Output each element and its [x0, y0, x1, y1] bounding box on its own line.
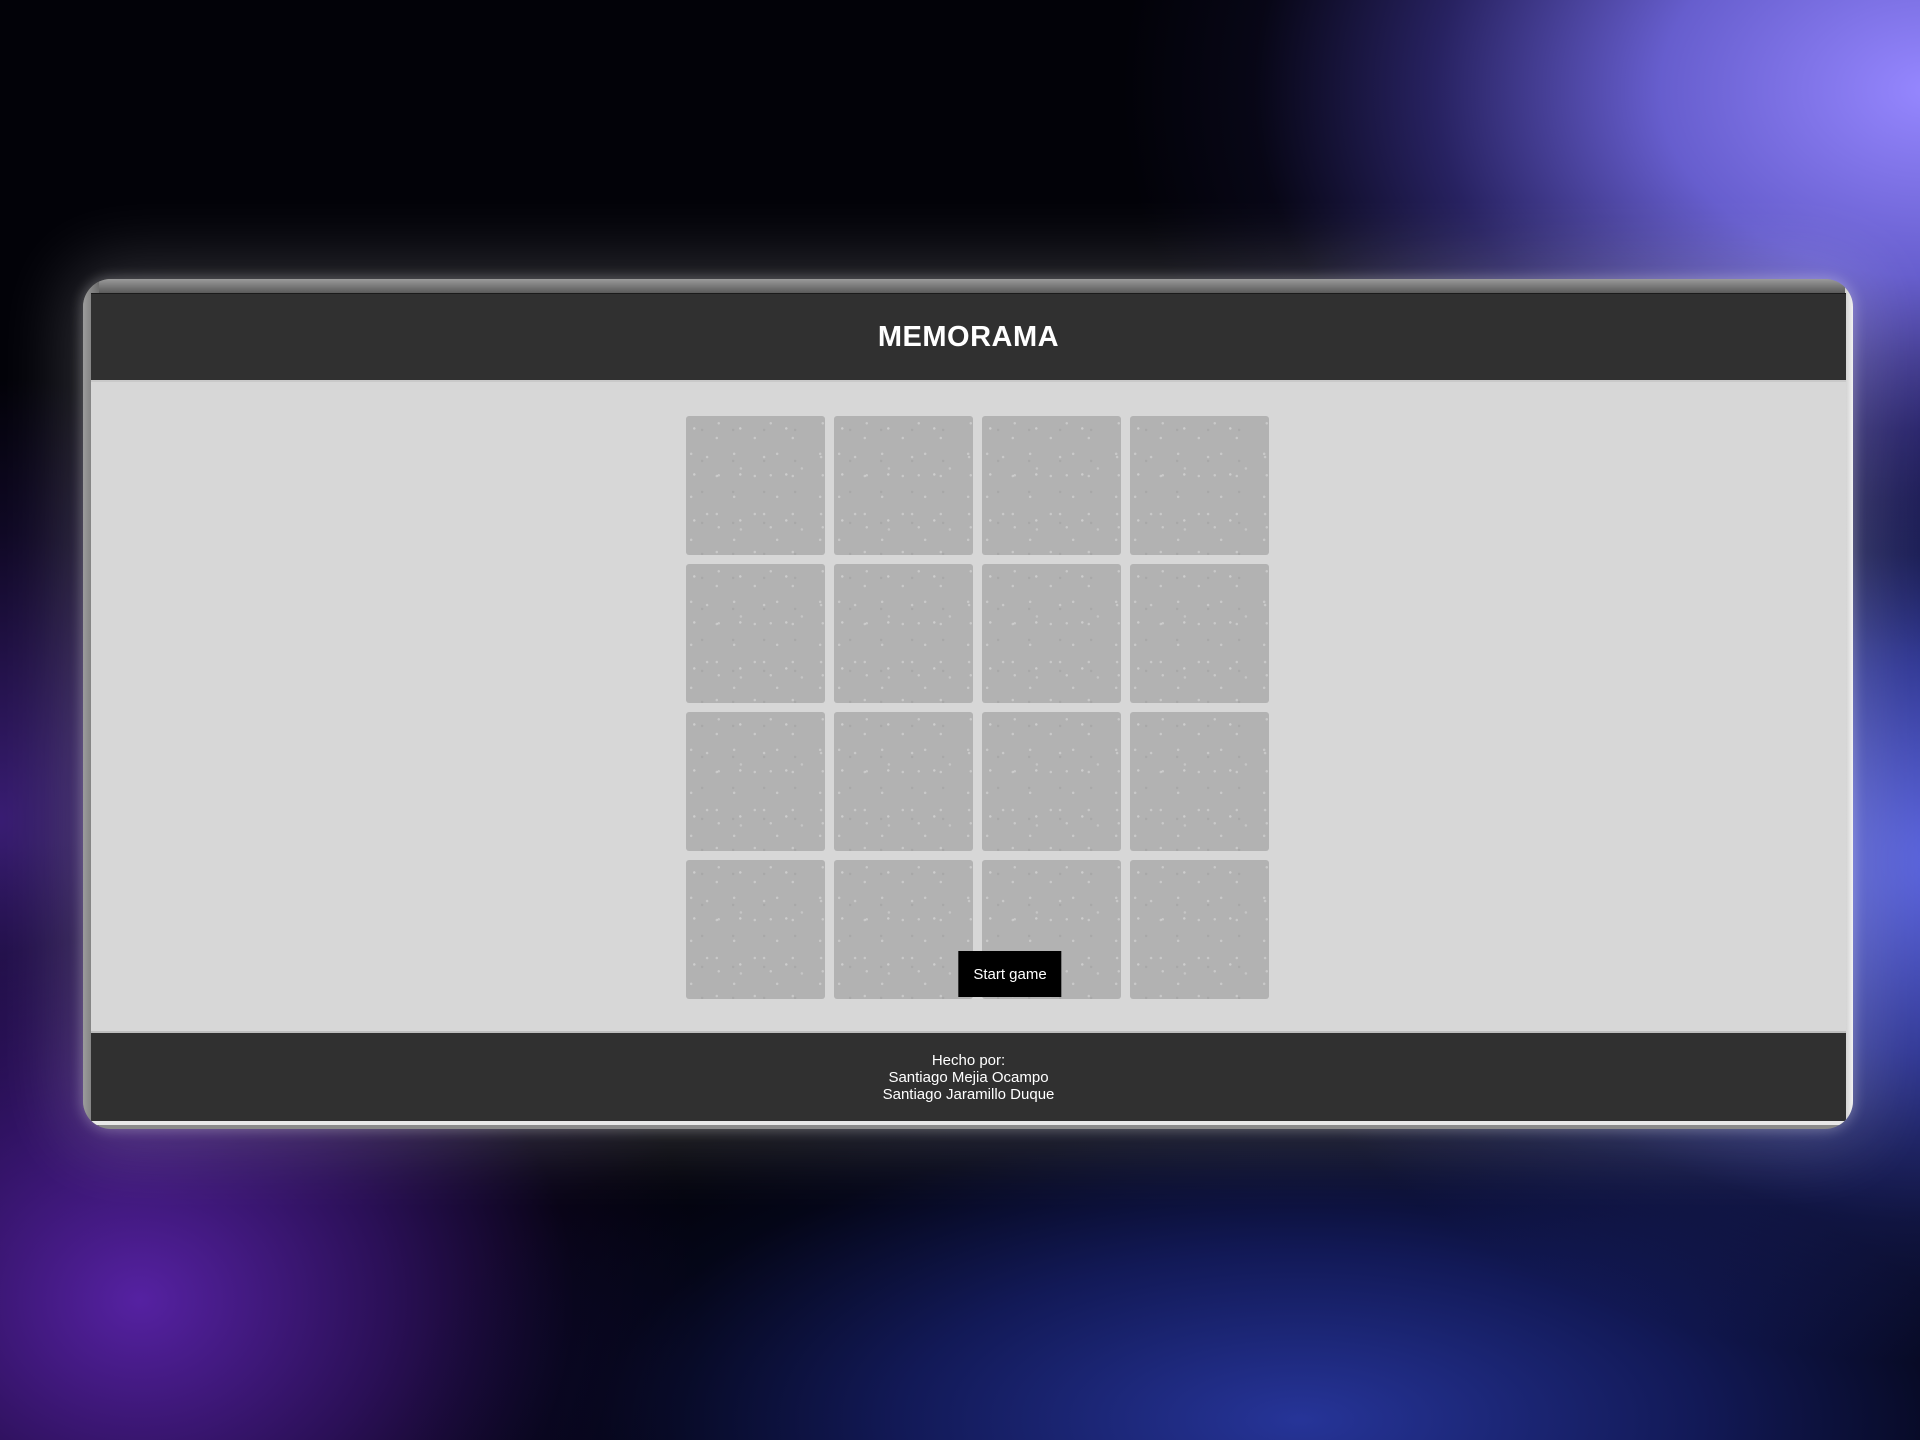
- window-frame-right: [1845, 279, 1853, 1129]
- author-name: Santiago Mejia Ocampo: [888, 1068, 1049, 1086]
- made-by-label: Hecho por:: [931, 1051, 1006, 1069]
- memory-card[interactable]: [686, 564, 825, 703]
- memory-card[interactable]: [686, 416, 825, 555]
- memory-card[interactable]: [834, 860, 973, 999]
- memory-card[interactable]: [1130, 712, 1269, 851]
- browser-window: MEMORAMA Start game Hecho por: Santiago …: [83, 279, 1853, 1129]
- site-header: MEMORAMA: [91, 293, 1846, 382]
- window-frame-top: [83, 279, 1853, 293]
- start-game-button[interactable]: Start game: [958, 951, 1062, 997]
- memory-card[interactable]: [1130, 860, 1269, 999]
- memory-card[interactable]: [1130, 564, 1269, 703]
- memory-card[interactable]: [686, 860, 825, 999]
- memory-card[interactable]: [834, 712, 973, 851]
- memorama-page: MEMORAMA Start game Hecho por: Santiago …: [91, 293, 1846, 1125]
- page-title: MEMORAMA: [877, 320, 1060, 353]
- site-footer: Hecho por: Santiago Mejia Ocampo Santiag…: [91, 1031, 1846, 1125]
- card-board: [686, 416, 1270, 999]
- memory-card[interactable]: [982, 564, 1121, 703]
- author-name: Santiago Jaramillo Duque: [882, 1085, 1055, 1103]
- memory-card[interactable]: [834, 564, 973, 703]
- memory-card[interactable]: [686, 712, 825, 851]
- memory-card[interactable]: [982, 712, 1121, 851]
- memory-card[interactable]: [982, 416, 1121, 555]
- memory-card[interactable]: [834, 416, 973, 555]
- memory-card[interactable]: [1130, 416, 1269, 555]
